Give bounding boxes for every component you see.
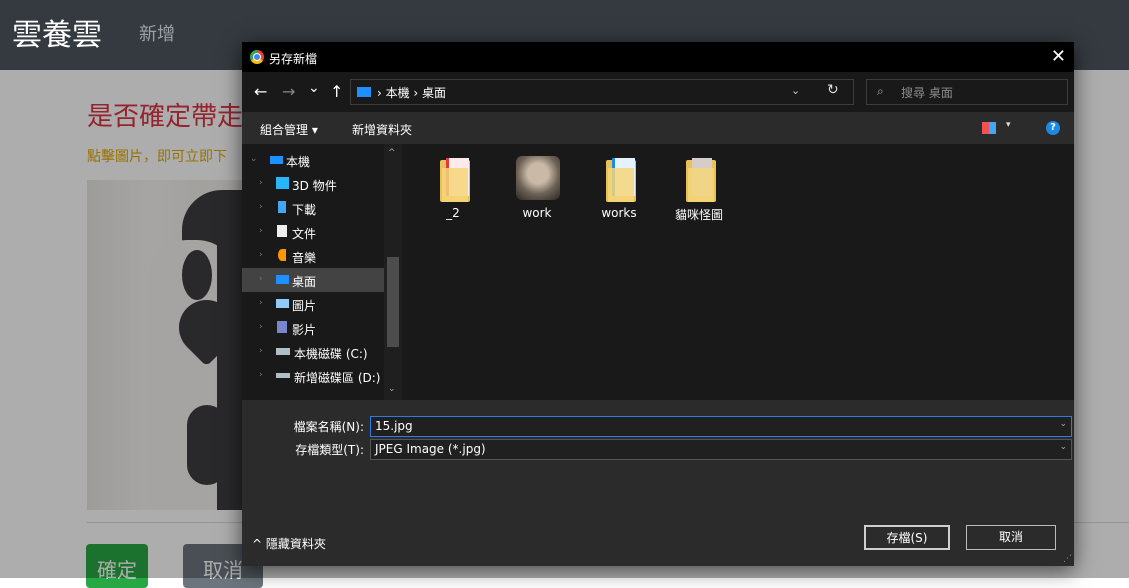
folder-photo-icon <box>686 158 716 202</box>
scroll-up-icon[interactable]: ^ <box>388 148 396 158</box>
help-icon[interactable]: ? <box>1046 121 1060 135</box>
sidebar-item-label: 文件 <box>292 227 317 241</box>
resize-grip-icon[interactable]: ⋰ <box>1063 554 1072 564</box>
sidebar-item-drive-d[interactable]: › 新增磁碟區 (D:) <box>242 364 384 388</box>
sidebar-item-this-pc[interactable]: ⌄ 本機 <box>242 148 384 172</box>
save-button[interactable]: 存檔(S) <box>864 525 950 550</box>
sidebar-item-3d-objects[interactable]: › 3D 物件 <box>242 172 384 196</box>
file-item-work[interactable]: work <box>502 154 572 224</box>
desktop-icon <box>276 275 289 284</box>
refresh-icon[interactable]: ↻ <box>827 82 839 98</box>
up-icon[interactable]: ↑ <box>330 82 343 101</box>
chevron-down-icon[interactable]: ⌄ <box>1059 419 1067 429</box>
chevron-down-icon[interactable]: ⌄ <box>1059 442 1067 452</box>
file-item-_2[interactable]: _2 <box>418 154 488 224</box>
pictures-icon <box>276 299 289 308</box>
sidebar-item-label: 影片 <box>292 323 317 337</box>
sidebar-item-label: 本機 <box>286 155 311 169</box>
sidebar-item-label: 圖片 <box>292 299 317 313</box>
sidebar-item-pictures[interactable]: › 圖片 <box>242 292 384 316</box>
save-as-dialog: 另存新檔 ✕ ← → ⌄ ↑ › 本機 › 桌面 ⌄ ↻ ⌕ 搜尋 桌面 組合管… <box>242 42 1074 566</box>
sidebar-item-drive-c[interactable]: › 本機磁碟 (C:) <box>242 340 384 364</box>
file-label: _2 <box>446 206 460 220</box>
sidebar-item-downloads[interactable]: › 下載 <box>242 196 384 220</box>
search-icon: ⌕ <box>877 84 884 98</box>
file-list: _2 work works 貓咪怪圖 <box>402 144 1074 400</box>
pc-icon <box>270 156 283 164</box>
sidebar-item-documents[interactable]: › 文件 <box>242 220 384 244</box>
view-options-icon[interactable] <box>982 122 996 134</box>
dialog-titlebar[interactable]: 另存新檔 ✕ <box>242 42 1074 72</box>
pc-icon <box>357 87 371 97</box>
nav-link-new[interactable]: 新增 <box>139 20 175 46</box>
drive-d-icon <box>276 373 290 378</box>
sidebar-item-label: 3D 物件 <box>292 179 337 193</box>
search-input[interactable]: ⌕ 搜尋 桌面 <box>866 79 1068 105</box>
scroll-down-icon[interactable]: ⌄ <box>388 384 396 394</box>
sidebar-item-label: 桌面 <box>292 275 317 289</box>
file-item-cat-pics[interactable]: 貓咪怪圖 <box>664 154 734 224</box>
file-label: works <box>601 206 637 220</box>
view-dropdown-icon[interactable]: ▾ <box>1006 120 1011 130</box>
cat-image-icon <box>516 156 560 200</box>
filename-field[interactable]: 15.jpg ⌄ <box>370 416 1072 437</box>
filename-value: 15.jpg <box>375 419 413 433</box>
sidebar-item-label: 音樂 <box>292 251 317 265</box>
sidebar-item-desktop[interactable]: › 桌面 <box>242 268 384 292</box>
download-icon <box>278 201 286 213</box>
drive-c-icon <box>276 348 290 355</box>
address-row: ← → ⌄ ↑ › 本機 › 桌面 ⌄ ↻ ⌕ 搜尋 桌面 <box>242 72 1074 112</box>
file-label: 貓咪怪圖 <box>674 208 723 222</box>
sidebar-item-label: 下載 <box>292 203 317 217</box>
sidebar-item-label: 本機磁碟 (C:) <box>294 347 368 361</box>
filename-label: 檔案名稱(N): <box>293 420 364 434</box>
breadcrumb[interactable]: › 本機 › 桌面 <box>377 84 446 101</box>
videos-icon <box>277 321 287 333</box>
music-icon <box>278 249 286 261</box>
dialog-title: 另存新檔 <box>269 52 318 66</box>
back-icon[interactable]: ← <box>254 82 267 101</box>
hide-folders-toggle[interactable]: ^ 隱藏資料夾 <box>252 535 326 552</box>
filetype-select[interactable]: JPEG Image (*.jpg) ⌄ <box>370 439 1072 460</box>
folder-pdf-icon <box>440 158 470 202</box>
address-bar[interactable]: › 本機 › 桌面 ⌄ ↻ <box>350 79 854 105</box>
forward-icon[interactable]: → <box>282 82 295 101</box>
nav-scrollbar-thumb[interactable] <box>387 257 399 347</box>
organize-menu[interactable]: 組合管理 ▾ <box>260 121 318 138</box>
sidebar-item-videos[interactable]: › 影片 <box>242 316 384 340</box>
save-form: 檔案名稱(N): 15.jpg ⌄ 存檔類型(T): JPEG Image (*… <box>242 400 1074 566</box>
folder-doc-icon <box>606 158 636 202</box>
new-folder-button[interactable]: 新增資料夾 <box>352 121 412 138</box>
recent-locations-icon[interactable]: ⌄ <box>308 80 320 96</box>
close-icon[interactable]: ✕ <box>1051 46 1066 67</box>
3d-objects-icon <box>276 177 289 189</box>
filetype-value: JPEG Image (*.jpg) <box>375 442 486 456</box>
sidebar-item-music[interactable]: › 音樂 <box>242 244 384 268</box>
filetype-label: 存檔類型(T): <box>295 443 364 457</box>
dialog-toolbar: 組合管理 ▾ 新增資料夾 ▾ ? <box>242 112 1074 144</box>
sidebar-item-label: 新增磁碟區 (D:) <box>294 371 381 385</box>
documents-icon <box>277 225 287 237</box>
dialog-cancel-button[interactable]: 取消 <box>966 525 1056 550</box>
address-dropdown-icon[interactable]: ⌄ <box>791 84 800 97</box>
brand-logo[interactable]: 雲養雲 <box>12 10 102 54</box>
file-label: work <box>522 206 552 220</box>
chrome-icon <box>250 50 264 64</box>
search-placeholder: 搜尋 桌面 <box>901 86 953 100</box>
navigation-pane: ⌄ 本機 › 3D 物件 › 下載 › 文件 › 音樂 › 桌面 › 圖片 › … <box>242 144 402 400</box>
file-item-works[interactable]: works <box>584 154 654 224</box>
